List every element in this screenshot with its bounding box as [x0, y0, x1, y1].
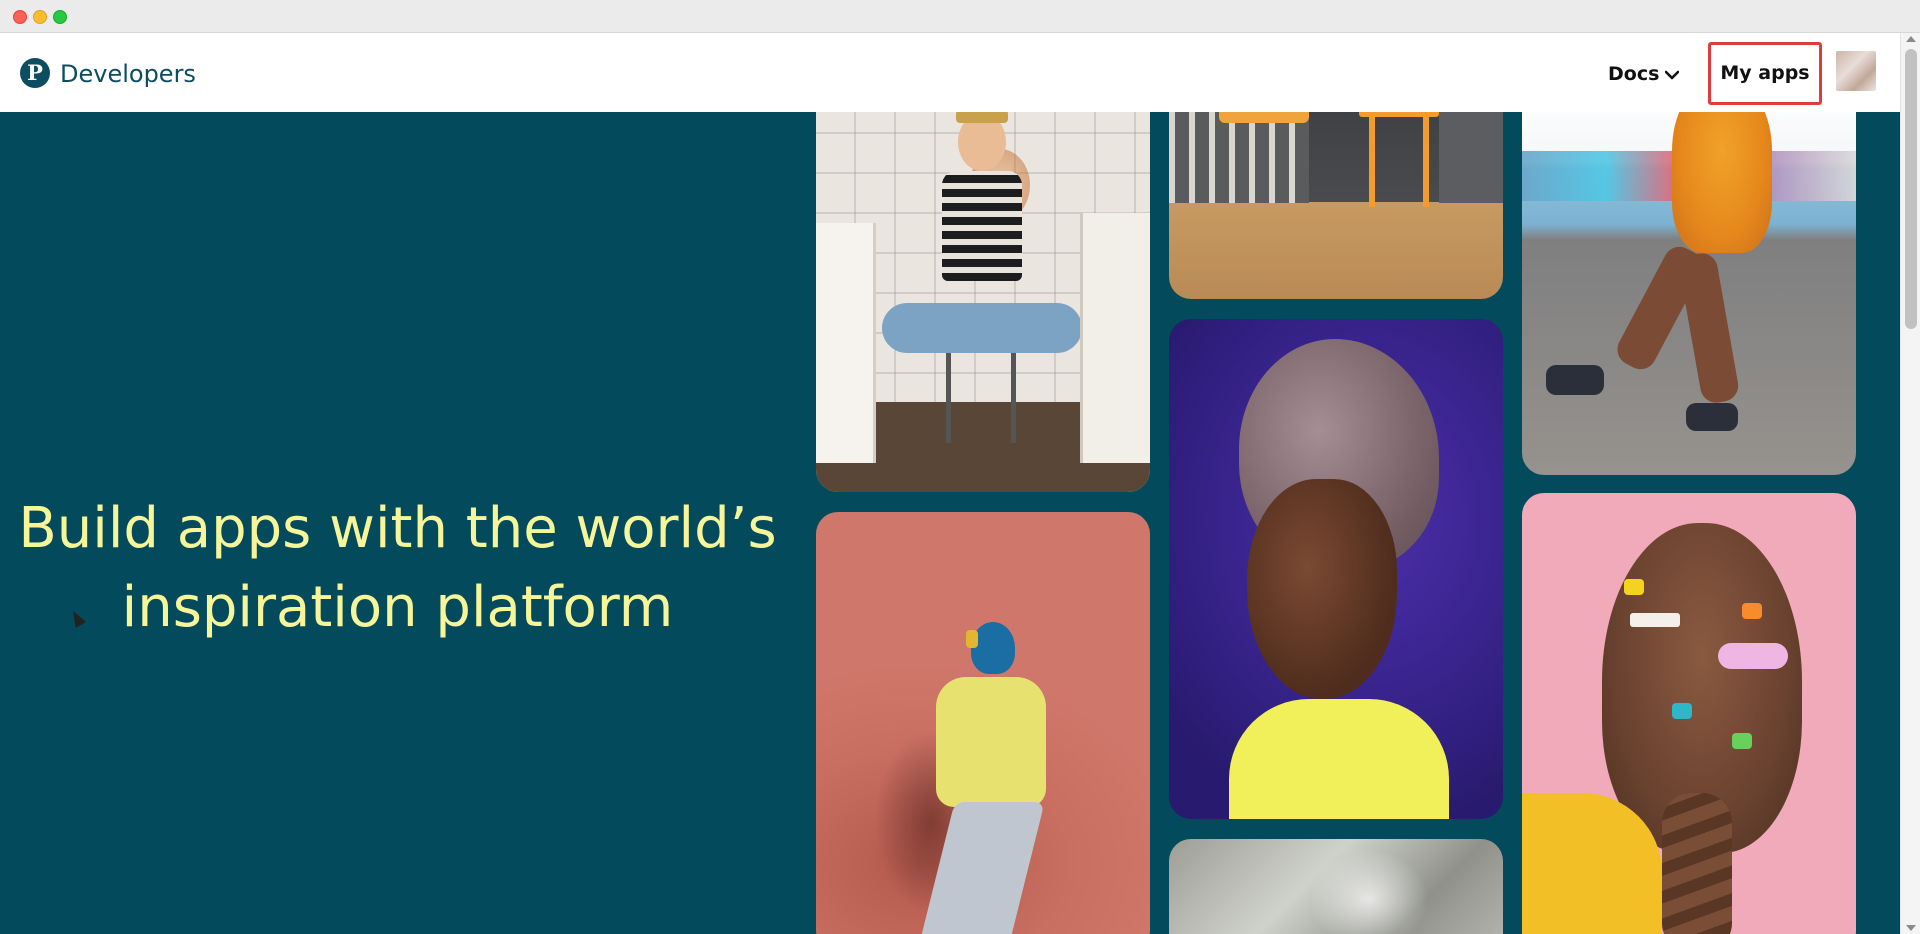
- dancing-woman-photo: [1522, 83, 1856, 475]
- vertical-scrollbar[interactable]: [1900, 33, 1920, 934]
- woman-with-head-wrap-photo: [1169, 319, 1503, 819]
- page-viewport: P Developers Docs My apps Build apps wit…: [0, 33, 1900, 934]
- minimize-window-button[interactable]: [33, 10, 47, 24]
- hero-heading-line-1: Build apps with the world’s: [18, 496, 777, 561]
- hero-heading-line-2: inspiration platform: [121, 575, 674, 640]
- pinterest-logo-icon[interactable]: P: [20, 58, 50, 88]
- scroll-up-arrow-icon[interactable]: [1906, 36, 1916, 42]
- avatar[interactable]: [1836, 51, 1876, 91]
- brand-name[interactable]: Developers: [60, 60, 196, 88]
- my-apps-button[interactable]: My apps: [1708, 42, 1822, 105]
- woman-in-kitchen-photo: [816, 83, 1150, 492]
- scroll-down-arrow-icon[interactable]: [1906, 925, 1916, 931]
- window-titlebar: [0, 0, 1920, 33]
- docs-menu[interactable]: Docs: [1608, 63, 1680, 85]
- chevron-down-icon: [1665, 70, 1680, 79]
- docs-label: Docs: [1608, 63, 1660, 85]
- maximize-window-button[interactable]: [53, 10, 67, 24]
- scrollbar-thumb[interactable]: [1905, 49, 1917, 329]
- close-window-button[interactable]: [13, 10, 27, 24]
- hands-with-plastic-wrap-photo: [1169, 839, 1503, 934]
- braided-hair-with-clips-photo: [1522, 493, 1856, 934]
- site-header: P Developers Docs My apps: [0, 33, 1900, 112]
- crib-and-stool-photo: [1169, 83, 1503, 299]
- woman-running-with-headphones-photo: [816, 512, 1150, 934]
- hero-heading: Build apps with the world’s inspiration …: [0, 489, 795, 647]
